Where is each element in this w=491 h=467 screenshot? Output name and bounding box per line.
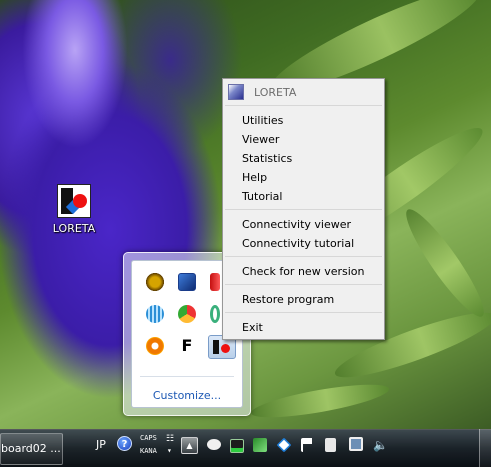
clock-area[interactable] xyxy=(415,431,475,465)
volume-icon[interactable]: 🔈 xyxy=(373,438,388,452)
menu-separator xyxy=(225,284,382,285)
menu-item-tutorial[interactable]: Tutorial xyxy=(242,188,382,205)
network-tray-icon[interactable] xyxy=(178,273,196,291)
show-hidden-icons-button[interactable]: ▲ xyxy=(181,437,198,454)
bug-tray-icon[interactable] xyxy=(146,273,164,291)
loreta-logo-icon xyxy=(228,84,244,100)
help-icon[interactable]: ? xyxy=(117,436,132,451)
caps-indicator[interactable]: CAPS xyxy=(140,434,157,442)
menu-item-exit[interactable]: Exit xyxy=(242,319,382,336)
orange-swirl-tray-icon[interactable] xyxy=(146,337,164,355)
network-icon[interactable] xyxy=(349,437,363,451)
menu-item-utilities[interactable]: Utilities xyxy=(242,112,382,129)
background-leaf xyxy=(249,378,391,424)
loreta-app-icon xyxy=(57,184,91,218)
action-center-flag-icon[interactable] xyxy=(301,438,315,452)
desktop-icon-loreta[interactable]: LORETA xyxy=(48,184,100,244)
menu-header: LORETA xyxy=(225,82,382,102)
chrome-tray-icon[interactable] xyxy=(178,305,196,323)
customize-link[interactable]: Customize... xyxy=(132,389,242,402)
desktop-icon-label: LORETA xyxy=(52,222,96,235)
green-status-icon[interactable] xyxy=(230,439,244,453)
menu-item-help[interactable]: Help xyxy=(242,169,382,186)
ime-dropdown-icon[interactable]: ▾ xyxy=(167,447,172,455)
menu-item-statistics[interactable]: Statistics xyxy=(242,150,382,167)
menu-item-viewer[interactable]: Viewer xyxy=(242,131,382,148)
menu-item-check-new-version[interactable]: Check for new version xyxy=(242,263,382,280)
red-app-tray-icon[interactable] xyxy=(210,273,220,291)
taskbar-window-button[interactable]: board02 ... xyxy=(0,433,63,465)
speech-bubble-icon[interactable] xyxy=(207,439,221,450)
kana-indicator[interactable]: KANA xyxy=(140,447,157,455)
globe-tray-icon[interactable] xyxy=(146,305,164,323)
panel-divider xyxy=(140,376,234,377)
menu-separator xyxy=(225,256,382,257)
loreta-context-menu: LORETA Utilities Viewer Statistics Help … xyxy=(222,78,385,340)
language-indicator[interactable]: JP xyxy=(96,438,106,451)
menu-item-connectivity-viewer[interactable]: Connectivity viewer xyxy=(242,216,382,233)
background-leaf xyxy=(397,202,491,324)
f-logo-tray-icon[interactable]: F xyxy=(178,337,196,355)
menu-item-connectivity-tutorial[interactable]: Connectivity tutorial xyxy=(242,235,382,252)
device-icon[interactable] xyxy=(325,438,336,452)
ime-mode-icon[interactable]: ☷ xyxy=(166,435,174,444)
green-circle-tray-icon[interactable] xyxy=(210,305,220,323)
menu-header-title: LORETA xyxy=(254,85,297,99)
show-desktop-button[interactable] xyxy=(479,429,491,467)
menu-item-restore-program[interactable]: Restore program xyxy=(242,291,382,308)
menu-separator xyxy=(225,105,382,106)
menu-separator xyxy=(225,312,382,313)
menu-separator xyxy=(225,209,382,210)
security-check-icon[interactable] xyxy=(253,438,267,452)
